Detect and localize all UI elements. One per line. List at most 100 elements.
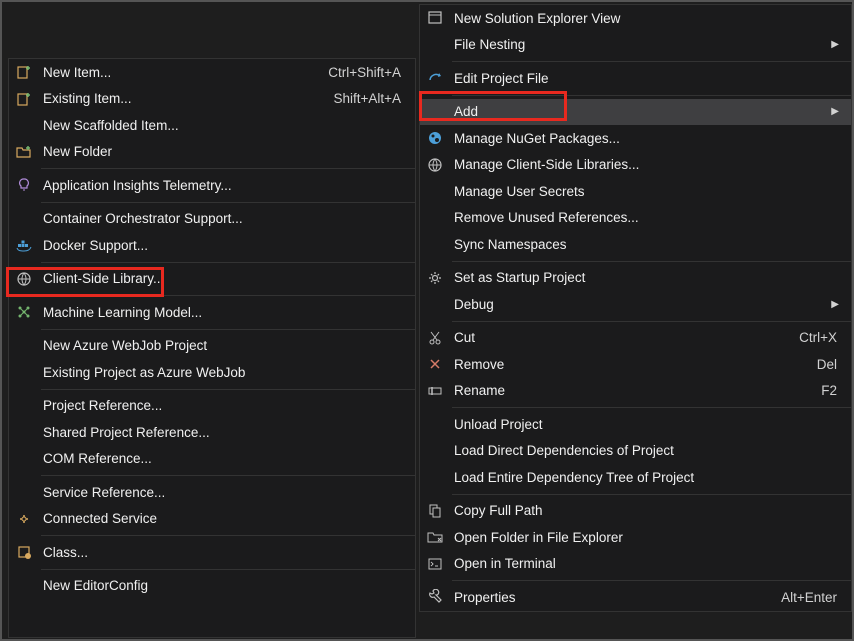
menu-item-label: Unload Project — [450, 417, 843, 432]
menu-item-sync-namespaces[interactable]: Sync Namespaces — [420, 231, 851, 258]
existing-item-icon — [9, 91, 39, 107]
separator — [452, 407, 851, 408]
menu-item-label: Properties — [450, 590, 781, 605]
menu-item-label: New Item... — [39, 65, 328, 80]
separator — [41, 262, 415, 263]
menu-item-new-item[interactable]: New Item...Ctrl+Shift+A — [9, 59, 415, 86]
menu-item-file-nesting[interactable]: File Nesting▶ — [420, 32, 851, 59]
shortcut-label: Ctrl+X — [799, 330, 843, 345]
menu-item-docker-support[interactable]: Docker Support... — [9, 232, 415, 259]
menu-item-remove-unused-references[interactable]: Remove Unused References... — [420, 205, 851, 232]
ml-model-icon — [9, 304, 39, 320]
wrench-icon — [420, 589, 450, 605]
separator — [41, 535, 415, 536]
menu-item-debug[interactable]: Debug▶ — [420, 291, 851, 318]
separator — [452, 580, 851, 581]
separator — [41, 329, 415, 330]
solution-explorer-icon — [420, 10, 450, 26]
app-insights-icon — [9, 177, 39, 193]
menu-item-open-in-terminal[interactable]: Open in Terminal — [420, 551, 851, 578]
menu-item-machine-learning-model[interactable]: Machine Learning Model... — [9, 299, 415, 326]
menu-item-label: Cut — [450, 330, 799, 345]
menu-item-existing-item[interactable]: Existing Item...Shift+Alt+A — [9, 86, 415, 113]
client-lib-icon — [9, 271, 39, 287]
separator — [41, 569, 415, 570]
menu-item-label: Service Reference... — [39, 485, 407, 500]
menu-item-edit-project-file[interactable]: Edit Project File — [420, 65, 851, 92]
menu-item-label: New EditorConfig — [39, 578, 407, 593]
menu-item-new-folder[interactable]: New Folder — [9, 139, 415, 166]
menu-item-set-as-startup-project[interactable]: Set as Startup Project — [420, 265, 851, 292]
menu-item-label: Manage Client-Side Libraries... — [450, 157, 843, 172]
menu-item-manage-user-secrets[interactable]: Manage User Secrets — [420, 178, 851, 205]
menu-item-label: File Nesting — [450, 37, 831, 52]
menu-item-label: Project Reference... — [39, 398, 407, 413]
menu-item-cut[interactable]: CutCtrl+X — [420, 325, 851, 352]
remove-icon — [420, 356, 450, 372]
menu-item-client-side-library[interactable]: Client-Side Library... — [9, 266, 415, 293]
menu-item-connected-service[interactable]: Connected Service — [9, 506, 415, 533]
connected-svc-icon — [9, 511, 39, 527]
menu-item-application-insights-telemetry[interactable]: Application Insights Telemetry... — [9, 172, 415, 199]
menu-item-label: Remove — [450, 357, 817, 372]
class-icon — [9, 544, 39, 560]
menu-item-com-reference[interactable]: COM Reference... — [9, 446, 415, 473]
menu-item-label: New Azure WebJob Project — [39, 338, 407, 353]
menu-item-manage-nuget-packages[interactable]: Manage NuGet Packages... — [420, 125, 851, 152]
menu-item-label: Set as Startup Project — [450, 270, 843, 285]
menu-item-rename[interactable]: RenameF2 — [420, 378, 851, 405]
open-folder-icon — [420, 529, 450, 545]
chevron-right-icon: ▶ — [831, 39, 843, 50]
menu-item-existing-project-as-azure-webjob[interactable]: Existing Project as Azure WebJob — [9, 359, 415, 386]
menu-item-new-editorconfig[interactable]: New EditorConfig — [9, 573, 415, 600]
menu-item-label: New Scaffolded Item... — [39, 118, 407, 133]
menu-item-remove[interactable]: RemoveDel — [420, 351, 851, 378]
menu-item-container-orchestrator-support[interactable]: Container Orchestrator Support... — [9, 206, 415, 233]
menu-item-label: New Folder — [39, 144, 407, 159]
menu-item-label: Sync Namespaces — [450, 237, 843, 252]
menu-item-manage-client-side-libraries[interactable]: Manage Client-Side Libraries... — [420, 152, 851, 179]
menu-item-label: Existing Item... — [39, 91, 333, 106]
menu-item-label: Load Direct Dependencies of Project — [450, 443, 843, 458]
menu-item-label: COM Reference... — [39, 451, 407, 466]
menu-item-new-scaffolded-item[interactable]: New Scaffolded Item... — [9, 112, 415, 139]
menu-item-label: Copy Full Path — [450, 503, 843, 518]
menu-item-copy-full-path[interactable]: Copy Full Path — [420, 498, 851, 525]
docker-icon — [9, 237, 39, 253]
separator — [452, 61, 851, 62]
menu-item-shared-project-reference[interactable]: Shared Project Reference... — [9, 419, 415, 446]
separator — [452, 261, 851, 262]
separator — [452, 321, 851, 322]
menu-item-service-reference[interactable]: Service Reference... — [9, 479, 415, 506]
client-lib-icon — [420, 157, 450, 173]
rename-icon — [420, 383, 450, 399]
separator — [41, 202, 415, 203]
chevron-right-icon: ▶ — [831, 299, 843, 310]
separator — [41, 389, 415, 390]
menu-item-properties[interactable]: PropertiesAlt+Enter — [420, 584, 851, 611]
menu-item-new-azure-webjob-project[interactable]: New Azure WebJob Project — [9, 333, 415, 360]
menu-item-label: Docker Support... — [39, 238, 407, 253]
separator — [41, 295, 415, 296]
menu-item-add[interactable]: Add▶ — [420, 99, 851, 126]
menu-item-label: Debug — [450, 297, 831, 312]
menu-item-new-solution-explorer-view[interactable]: New Solution Explorer View — [420, 5, 851, 32]
menu-item-label: Open in Terminal — [450, 556, 843, 571]
new-folder-icon — [9, 144, 39, 160]
menu-item-open-folder-in-file-explorer[interactable]: Open Folder in File Explorer — [420, 524, 851, 551]
submenu-add[interactable]: New Item...Ctrl+Shift+AExisting Item...S… — [8, 58, 416, 638]
separator — [41, 168, 415, 169]
menu-item-project-reference[interactable]: Project Reference... — [9, 393, 415, 420]
menu-item-label: Add — [450, 104, 831, 119]
menu-item-unload-project[interactable]: Unload Project — [420, 411, 851, 438]
menu-item-label: Manage User Secrets — [450, 184, 843, 199]
menu-item-label: Existing Project as Azure WebJob — [39, 365, 407, 380]
menu-item-load-direct-dependencies-of-project[interactable]: Load Direct Dependencies of Project — [420, 438, 851, 465]
menu-item-class[interactable]: Class... — [9, 539, 415, 566]
menu-item-label: New Solution Explorer View — [450, 11, 843, 26]
menu-item-load-entire-dependency-tree-of-project[interactable]: Load Entire Dependency Tree of Project — [420, 464, 851, 491]
separator — [41, 475, 415, 476]
context-menu-project[interactable]: New Solution Explorer ViewFile Nesting▶E… — [419, 4, 852, 612]
menu-item-label: Shared Project Reference... — [39, 425, 407, 440]
menu-item-label: Load Entire Dependency Tree of Project — [450, 470, 843, 485]
